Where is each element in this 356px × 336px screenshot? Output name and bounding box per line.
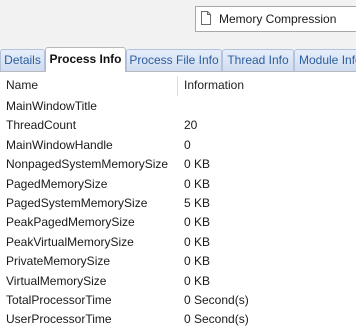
tab-process-file-info[interactable]: Process File Info bbox=[126, 49, 222, 71]
process-name: Memory Compression bbox=[219, 12, 337, 26]
property-list: MainWindowTitle ThreadCount 20 MainWindow… bbox=[0, 96, 356, 329]
property-name: PeakVirtualMemorySize bbox=[6, 234, 134, 249]
table-row[interactable]: NonpagedSystemMemorySize 0 KB bbox=[0, 154, 356, 173]
tab-process-info[interactable]: Process Info bbox=[45, 47, 126, 72]
table-row[interactable]: PagedMemorySize 0 KB bbox=[0, 174, 356, 193]
property-name: PagedMemorySize bbox=[6, 176, 108, 191]
table-row[interactable]: MainWindowHandle 0 bbox=[0, 135, 356, 154]
table-header: Name Information bbox=[0, 72, 356, 98]
table-row[interactable]: PrivateMemorySize 0 KB bbox=[0, 251, 356, 270]
document-icon bbox=[201, 11, 211, 25]
property-name: PagedSystemMemorySize bbox=[6, 195, 148, 210]
property-value: 0 KB bbox=[184, 234, 211, 249]
property-name: NonpagedSystemMemorySize bbox=[6, 157, 169, 172]
column-header-information[interactable]: Information bbox=[184, 78, 244, 92]
tab-details[interactable]: Details bbox=[0, 49, 45, 71]
property-value: 0 KB bbox=[184, 273, 211, 288]
property-name: VirtualMemorySize bbox=[6, 273, 107, 288]
property-name: MainWindowTitle bbox=[6, 99, 97, 113]
table-row[interactable]: MainWindowTitle bbox=[0, 96, 356, 115]
table-row[interactable]: VirtualMemorySize 0 KB bbox=[0, 271, 356, 290]
property-value: 0 KB bbox=[184, 157, 211, 172]
table-row[interactable]: PeakVirtualMemorySize 0 KB bbox=[0, 232, 356, 251]
property-name: MainWindowHandle bbox=[6, 137, 113, 152]
property-value: 20 bbox=[184, 118, 198, 133]
tab-bar: Details Process Info Process File Info T… bbox=[0, 45, 356, 72]
top-toolbar: Memory Compression bbox=[0, 0, 356, 45]
property-name: UserProcessorTime bbox=[6, 312, 112, 327]
table-row[interactable]: UserProcessorTime 0 Second(s) bbox=[0, 309, 356, 328]
property-name: PrivateMemorySize bbox=[6, 254, 111, 269]
property-name: ThreadCount bbox=[6, 118, 77, 133]
property-value: 0 KB bbox=[184, 254, 211, 269]
process-selector[interactable]: Memory Compression bbox=[195, 6, 356, 32]
table-row[interactable]: PagedSystemMemorySize 5 KB bbox=[0, 193, 356, 212]
table-row[interactable]: ThreadCount 20 bbox=[0, 115, 356, 134]
property-name: TotalProcessorTime bbox=[6, 292, 112, 307]
table-row[interactable]: PeakPagedMemorySize 0 KB bbox=[0, 212, 356, 231]
tab-module-info[interactable]: Module Info bbox=[294, 49, 356, 71]
property-name: PeakPagedMemorySize bbox=[6, 215, 135, 230]
property-value: 0 KB bbox=[184, 176, 211, 191]
property-value: 0 Second(s) bbox=[184, 292, 249, 307]
tab-thread-info[interactable]: Thread Info bbox=[222, 49, 294, 71]
property-value: 0 KB bbox=[184, 215, 211, 230]
property-value: 0 Second(s) bbox=[184, 312, 249, 327]
table-row[interactable]: TotalProcessorTime 0 Second(s) bbox=[0, 290, 356, 309]
property-value: 0 bbox=[184, 137, 191, 152]
property-value: 5 KB bbox=[184, 195, 211, 210]
column-divider[interactable] bbox=[177, 76, 178, 96]
column-header-name[interactable]: Name bbox=[6, 78, 38, 92]
